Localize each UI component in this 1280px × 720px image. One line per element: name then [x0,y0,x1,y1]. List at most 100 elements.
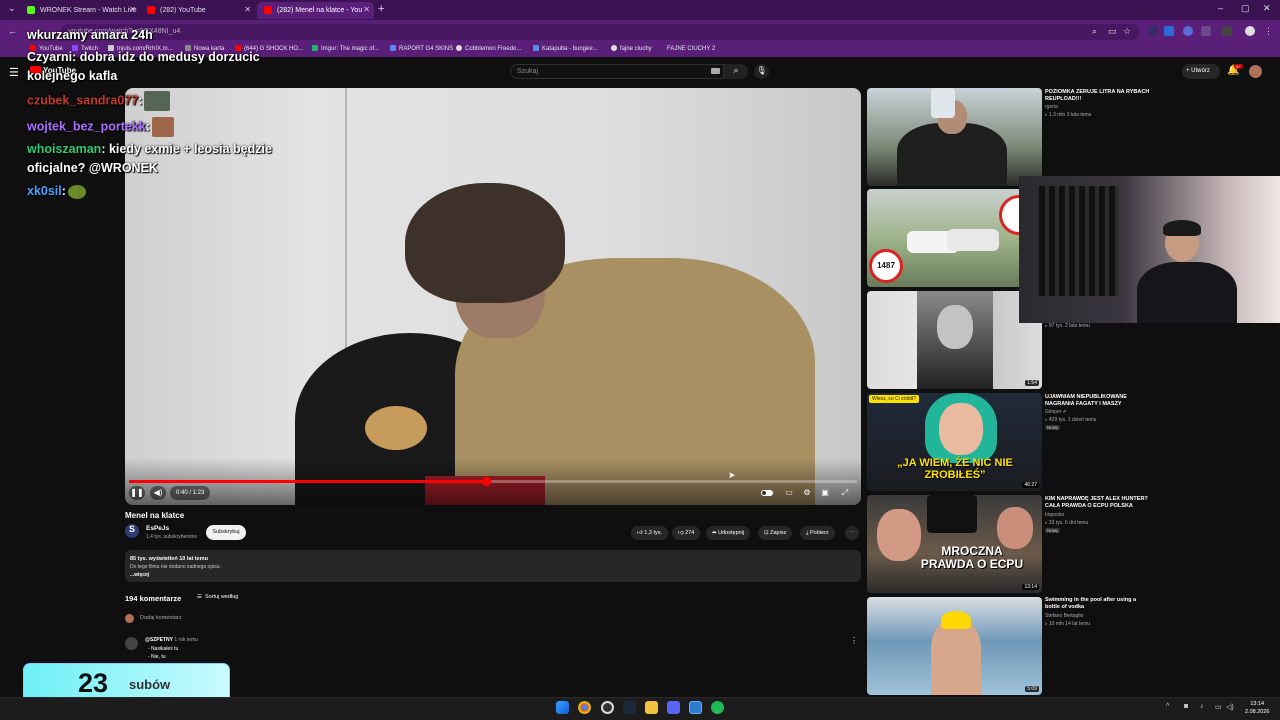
chat-username: Czyarni [27,50,73,64]
gamepad-icon[interactable]: ◙ [1184,703,1188,710]
scrubber-handle[interactable] [481,477,491,486]
close-icon[interactable]: ✕ [244,5,251,14]
bookmark-fajne-ciuchy-2[interactable]: FAJNE CIUCHY 2 [662,45,715,52]
network-icon[interactable]: ▭ [1215,703,1222,711]
discord-icon[interactable] [667,701,680,714]
like-count: 1,3 tys. [644,530,663,536]
add-comment-input[interactable]: Dodaj komentarz [140,615,182,621]
comment-handle[interactable]: @SZPETNY [145,637,173,643]
search-icon: ⌕ [733,65,739,75]
back-icon[interactable]: ← [8,26,17,36]
close-window-icon[interactable]: ✕ [1263,3,1271,14]
obs-icon[interactable] [601,701,614,714]
taskbar-clock[interactable]: 13:14 2.08.2026 [1245,700,1269,716]
new-badge: Nowy [1045,528,1061,533]
chevron-up-icon[interactable]: ^ [1166,703,1169,710]
recommendation-channel[interactable]: Impostor [1045,512,1064,518]
restore-icon[interactable]: ▢ [1241,3,1250,14]
create-button[interactable]: + Utwórz [1182,64,1220,79]
extension-icon[interactable] [1164,26,1174,36]
chat-text: : [145,119,150,134]
app-icon[interactable] [689,701,702,714]
close-icon[interactable]: ✕ [129,5,136,14]
bookmark-cobblemon[interactable]: Cobblemon Freedo... [456,45,521,52]
downloads-icon[interactable] [1222,26,1232,36]
like-button[interactable]: 👍︎ 1,3 tys. [631,526,669,540]
extension-icon[interactable] [1148,26,1158,36]
steam-icon[interactable] [623,701,636,714]
recommendation-thumbnail[interactable]: 1487 [867,189,1042,287]
recommendation-title[interactable]: KIM NAPRAWDĘ JEST ALEX HUNTER? CAŁA PRAW… [1045,496,1150,510]
more-icon[interactable]: ⋮ [1264,26,1273,37]
save-button[interactable]: ⊡ Zapisz [758,526,793,540]
more-actions-button[interactable]: ⋯ [845,526,859,540]
search-input[interactable]: Szukaj [510,64,724,79]
recommendation-thumbnail[interactable]: 5:09 [867,597,1042,695]
folder-icon[interactable] [645,701,658,714]
progress-bar[interactable] [129,477,857,486]
recommendation-thumbnail[interactable]: 1:54 [867,291,1042,389]
share-button[interactable]: ➦ Udostępnij [706,526,751,540]
tab-menel-na-klatce[interactable]: (282) Menel na klatce - You ✕ [257,2,374,19]
avatar[interactable] [1249,65,1262,78]
start-icon[interactable] [556,701,569,714]
close-icon[interactable]: ✕ [363,5,370,14]
dislike-button[interactable]: 👎︎ 274 [672,526,701,540]
bookmark-katapulta[interactable]: Katapulta - bungee... [533,45,598,52]
bookmark-raport[interactable]: RAPORT G4 SKINS [390,45,453,52]
search-lens-icon[interactable]: ⌕ [1092,26,1097,37]
pause-button[interactable]: ❚❚ [129,486,145,500]
new-tab-icon[interactable]: + [378,3,384,15]
recommendation-channel[interactable]: Gimper ✔ [1045,409,1067,415]
volume-icon[interactable]: ◁) [1226,703,1234,711]
tab-youtube[interactable]: (282) YouTube ✕ [140,2,255,19]
settings-button[interactable]: ⚙ [799,486,815,500]
cast-icon[interactable]: ▭ [1108,26,1117,37]
puzzle-icon[interactable] [1201,26,1211,36]
recommendation-title[interactable]: UJAWNIAM NIEPUBLIKOWANE NAGRANIA FAGATY … [1045,394,1150,408]
menu-icon[interactable]: ☰ [9,66,19,79]
description-more[interactable]: ...więcej [130,572,149,578]
bookmark-imgur[interactable]: Imgur: The magic of... [312,45,379,52]
tab-menu-icon[interactable]: ⌄ [8,3,16,14]
fullscreen-button[interactable]: ⤢ [837,486,853,500]
channel-avatar[interactable]: S [125,524,139,538]
subscribe-button[interactable]: Subskrybuj [206,525,246,540]
volume-button[interactable]: ◀) [150,486,166,500]
recommendation-thumbnail[interactable]: Wiesz, co Ci zrobił? „JA WIEM, ŻE NIC NI… [867,393,1042,491]
chrome-icon[interactable] [578,701,591,714]
bookmark-fajne-ciuchy[interactable]: fajne ciuchy [611,45,652,52]
voice-search-button[interactable]: 🎙 [754,64,769,79]
recommendation-title[interactable]: Swimming in the pool after using a bottl… [1045,597,1150,611]
comment-avatar[interactable] [125,637,138,650]
channel-name[interactable]: EsPeJs [146,525,169,532]
verified-icon: ✔ [1062,409,1067,415]
recommendation-thumbnail[interactable]: MROCZNA PRAWDA O ECPU 13:14 [867,495,1042,593]
star-icon[interactable]: ☆ [1123,26,1131,37]
bookmark-icon: ⊡ [764,530,769,536]
recommendation-channel[interactable]: rgeria [1045,104,1058,110]
comment-menu-icon[interactable]: ⋮ [850,636,858,645]
download-button[interactable]: ⤓ Pobierz [800,526,835,540]
recommendation-title[interactable]: POZIOMKA ZERUJE LITRA NA RYBACH REUPLOAD… [1045,89,1150,103]
progress-fill [129,480,486,483]
recommendation-channel[interactable]: Stefano Bertaglio [1045,613,1083,619]
shield-icon[interactable] [1183,26,1193,36]
profile-icon[interactable] [1245,26,1255,36]
search-button[interactable]: ⌕ [724,64,748,79]
autoplay-toggle[interactable] [761,490,773,496]
tab-title: WRONEK Stream - Watch Live [40,7,137,14]
description-box[interactable] [125,550,861,582]
webcam-clothes-rack [1039,186,1119,296]
sort-comments-button[interactable]: ☰ Sortuj według [197,594,238,600]
miniplayer-button[interactable]: ▣ [817,486,833,500]
subtitles-button[interactable]: ▭ [781,486,797,500]
keyboard-icon[interactable] [711,68,720,74]
address-bar[interactable]: youtube.com/watch?v=9GX48NI_u4 [60,24,1140,40]
comment-author[interactable]: @SZPETNY 1 rok temu [145,637,198,643]
mic-tray-icon[interactable]: ♪ [1200,703,1204,710]
spotify-icon[interactable] [711,701,724,714]
minimize-icon[interactable]: – [1218,3,1223,13]
tab-wronek-stream[interactable]: WRONEK Stream - Watch Live ✕ [20,2,140,19]
recommendation-thumbnail[interactable] [867,88,1042,186]
